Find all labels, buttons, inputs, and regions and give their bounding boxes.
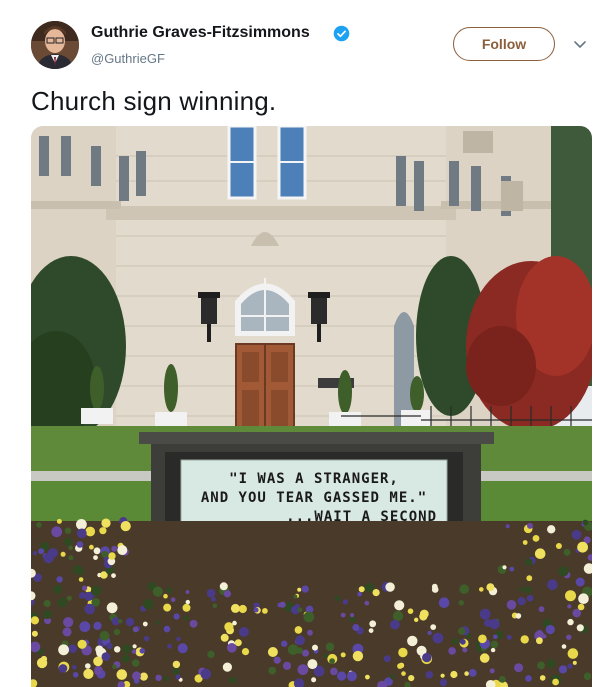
tweet-text: Church sign winning. [31, 86, 277, 116]
author-name[interactable]: Guthrie Graves-Fitzsimmons [91, 24, 310, 42]
follow-button[interactable]: Follow [453, 27, 555, 61]
tweet-header: Guthrie Graves-Fitzsimmons @GuthrieGF Fo… [0, 0, 601, 80]
chevron-down-icon[interactable] [572, 38, 588, 52]
avatar[interactable] [31, 21, 79, 69]
verified-badge-icon [333, 25, 350, 42]
sign-line-1: "I WAS A STRANGER, [229, 471, 399, 487]
author-handle[interactable]: @GuthrieGF [91, 51, 165, 66]
sign-line-2: AND YOU TEAR GASSED ME." [201, 490, 427, 506]
tweet-photo[interactable]: "I WAS A STRANGER, AND YOU TEAR GASSED M… [31, 126, 592, 687]
